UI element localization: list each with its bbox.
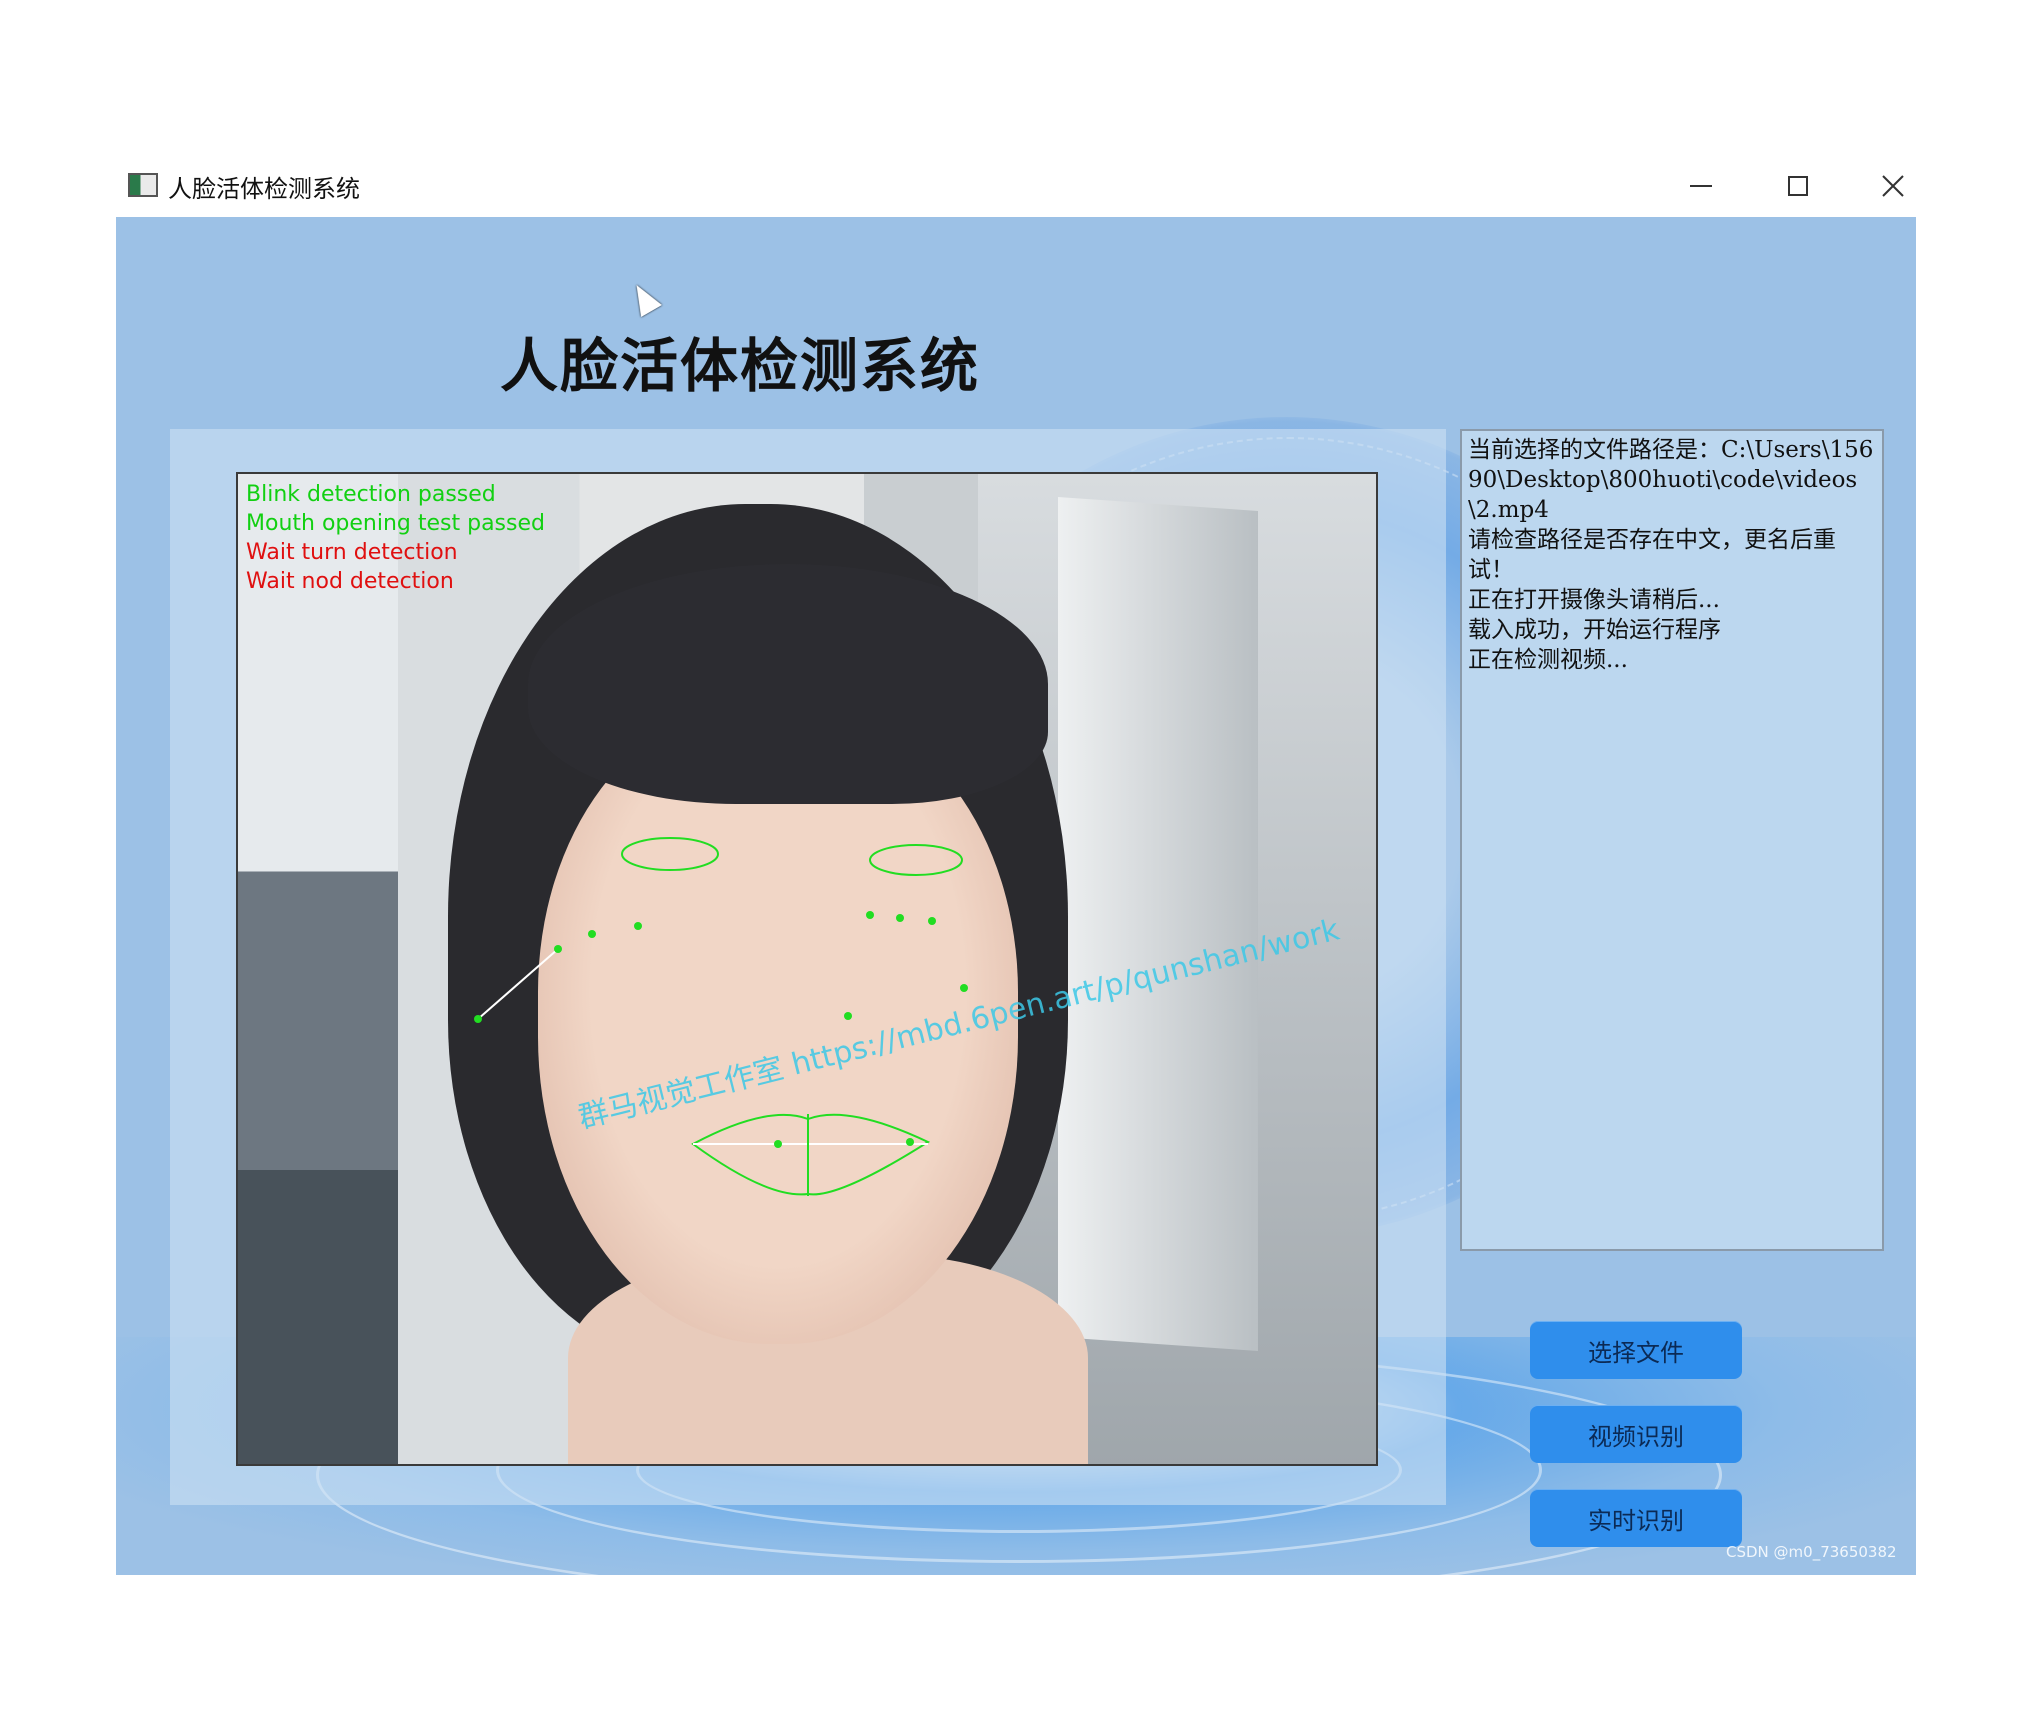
mouth-contour xyxy=(691,1113,931,1196)
left-eye-contour xyxy=(621,837,719,871)
right-eye-contour xyxy=(869,844,963,876)
overlay-turn-status: Wait turn detection xyxy=(246,540,458,565)
realtime-recognition-button[interactable]: 实时识别 xyxy=(1530,1489,1742,1547)
landmark-point xyxy=(844,1012,852,1020)
landmark-point xyxy=(554,945,562,953)
minimize-icon xyxy=(1690,185,1712,187)
video-recognition-button[interactable]: 视频识别 xyxy=(1530,1405,1742,1463)
maximize-button[interactable] xyxy=(1753,155,1843,217)
window-title: 人脸活体检测系统 xyxy=(168,175,360,203)
app-window: 人脸活体检测系统 人脸活体检测系统 Blink detection passed… xyxy=(116,155,1916,1575)
overlay-mouth-status: Mouth opening test passed xyxy=(246,511,545,536)
log-line: 请检查路径是否存在中文，更名后重试！ xyxy=(1468,527,1836,583)
landmark-point xyxy=(906,1138,914,1146)
landmark-point xyxy=(928,917,936,925)
landmark-point xyxy=(588,930,596,938)
close-icon xyxy=(1882,175,1904,197)
client-area: 人脸活体检测系统 Blink detection passed Mouth op… xyxy=(116,217,1916,1575)
landmark-point xyxy=(896,914,904,922)
maximize-icon xyxy=(1788,176,1808,196)
minimize-button[interactable] xyxy=(1656,155,1746,217)
overlay-blink-status: Blink detection passed xyxy=(246,482,496,507)
pose-line xyxy=(477,948,559,1020)
video-display: Blink detection passed Mouth opening tes… xyxy=(236,472,1378,1466)
close-button[interactable] xyxy=(1848,155,1938,217)
log-line: 正在打开摄像头请稍后... xyxy=(1468,587,1720,613)
landmark-point xyxy=(774,1140,782,1148)
landmark-point xyxy=(866,911,874,919)
csdn-watermark: CSDN @m0_73650382 xyxy=(1726,1543,1897,1561)
log-output[interactable]: 当前选择的文件路径是：C:\Users\15690\Desktop\800huo… xyxy=(1460,429,1884,1251)
log-line: 载入成功，开始运行程序 xyxy=(1468,617,1721,643)
landmark-point xyxy=(474,1015,482,1023)
log-line: 当前选择的文件路径是：C:\Users\15690\Desktop\800huo… xyxy=(1468,437,1874,523)
landmark-point xyxy=(634,922,642,930)
title-bar[interactable]: 人脸活体检测系统 xyxy=(116,155,1916,217)
log-line: 正在检测视频... xyxy=(1468,647,1628,673)
select-file-button[interactable]: 选择文件 xyxy=(1530,1321,1742,1379)
landmark-point xyxy=(960,984,968,992)
overlay-nod-status: Wait nod detection xyxy=(246,569,454,594)
app-icon xyxy=(128,173,158,197)
page-title: 人脸活体检测系统 xyxy=(500,332,981,400)
